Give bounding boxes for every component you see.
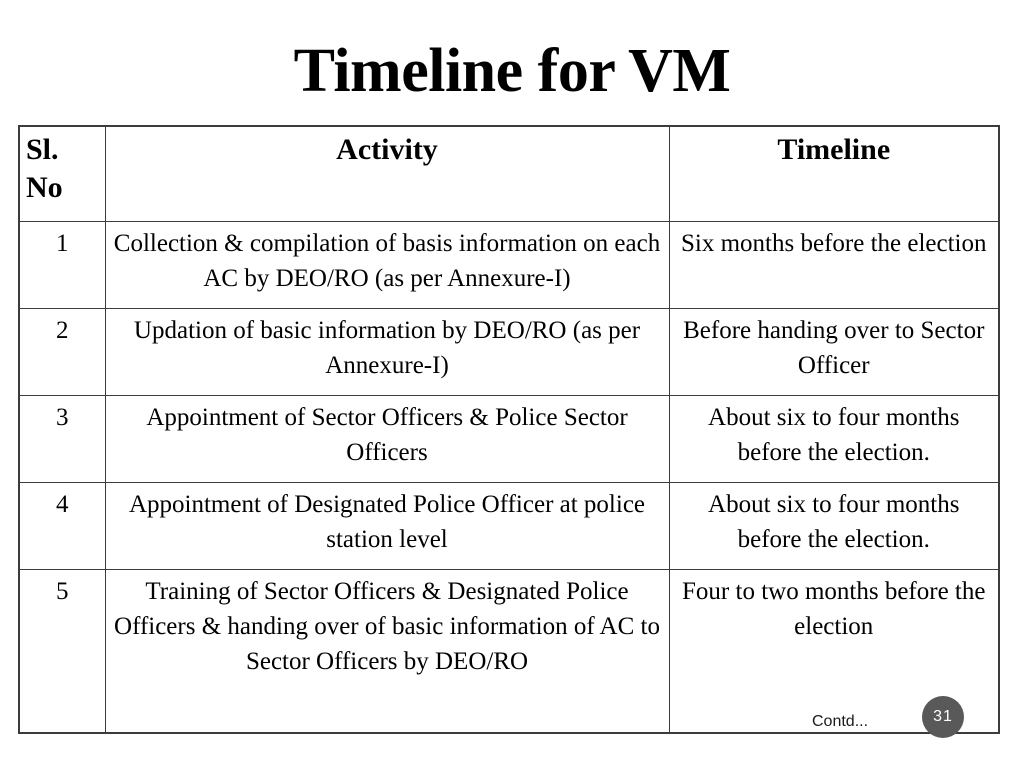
page-number-badge: 31 [922, 696, 964, 738]
cell-sl-no: 1 [18, 220, 106, 309]
cell-activity: Appointment of Sector Officers & Police … [104, 394, 670, 483]
cell-activity: Training of Sector Officers & Designated… [104, 568, 670, 734]
timeline-table: Sl. No Activity Timeline 1 Collection & … [18, 125, 1000, 734]
column-header-sl-no: Sl. No [18, 125, 106, 222]
table-header: Sl. No Activity Timeline [18, 125, 1000, 222]
page-title: Timeline for VM [293, 37, 731, 105]
table-row: 4 Appointment of Designated Police Offic… [18, 481, 1000, 570]
cell-activity: Collection & compilation of basis inform… [104, 220, 670, 309]
cell-sl-no: 2 [18, 307, 106, 396]
cell-timeline: About six to four months before the elec… [668, 481, 1000, 570]
cell-timeline: About six to four months before the elec… [668, 394, 1000, 483]
table-body: 1 Collection & compilation of basis info… [18, 220, 1000, 734]
table-row: 2 Updation of basic information by DEO/R… [18, 307, 1000, 396]
cell-sl-no: 5 [18, 568, 106, 734]
continued-note: Contd... [812, 713, 869, 730]
cell-timeline: Before handing over to Sector Officer [668, 307, 1000, 396]
timeline-table-wrapper: Sl. No Activity Timeline 1 Collection & … [18, 125, 1000, 734]
column-header-activity: Activity [104, 125, 670, 222]
table-row: 1 Collection & compilation of basis info… [18, 220, 1000, 309]
slide-root: Timeline for VM Sl. No Activity Timeline… [0, 0, 1024, 768]
cell-timeline: Six months before the election [668, 220, 1000, 309]
column-header-timeline: Timeline [668, 125, 1000, 222]
table-row: 3 Appointment of Sector Officers & Polic… [18, 394, 1000, 483]
cell-sl-no: 3 [18, 394, 106, 483]
table-row: 5 Training of Sector Officers & Designat… [18, 568, 1000, 734]
cell-sl-no: 4 [18, 481, 106, 570]
table-header-row: Sl. No Activity Timeline [18, 125, 1000, 222]
cell-activity: Updation of basic information by DEO/RO … [104, 307, 670, 396]
cell-activity: Appointment of Designated Police Officer… [104, 481, 670, 570]
